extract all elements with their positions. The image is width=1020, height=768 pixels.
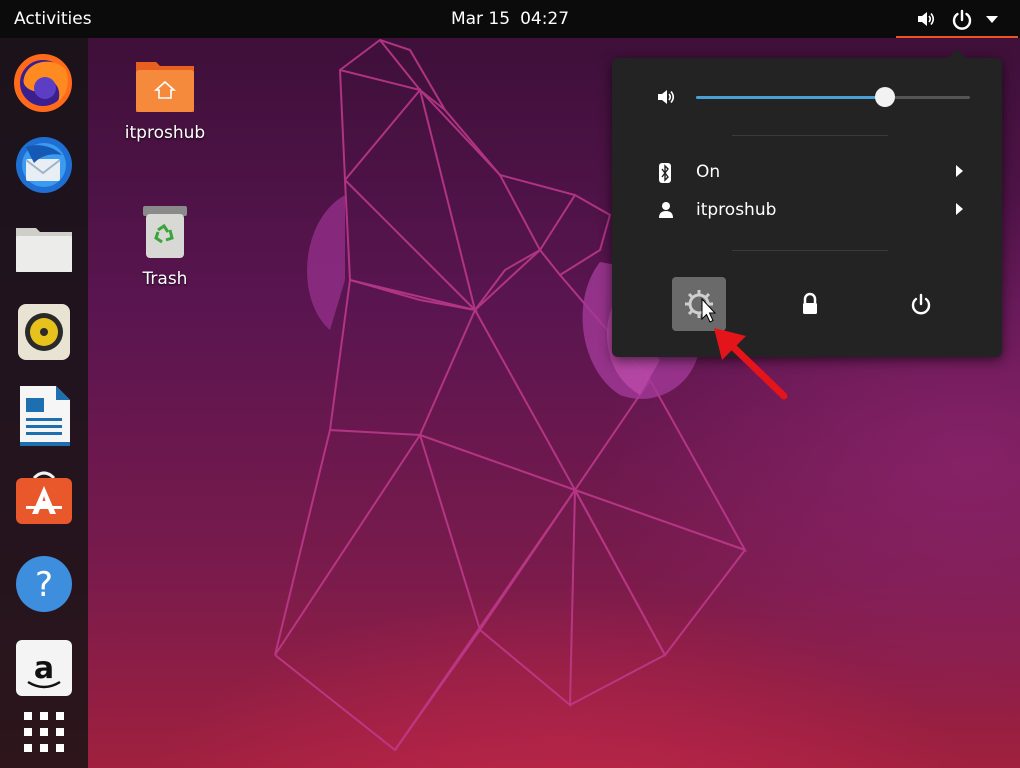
firefox-icon[interactable]: [12, 50, 76, 114]
desktop-icon-label: Trash: [142, 269, 188, 289]
ubuntu-software-icon[interactable]: [12, 468, 76, 532]
desktop-icon-home[interactable]: itproshub: [110, 58, 220, 143]
dock: ? a: [0, 38, 88, 768]
volume-slider-fill: [696, 96, 886, 99]
volume-row: [612, 78, 1002, 114]
power-icon: [911, 293, 931, 315]
dropdown-arrow-icon: [986, 16, 998, 23]
clock-time: 04:27: [520, 9, 570, 29]
power-off-button[interactable]: [894, 277, 948, 331]
bluetooth-icon: [659, 163, 671, 183]
system-tray[interactable]: [896, 0, 1018, 38]
system-menu: On itproshub: [612, 49, 1002, 357]
show-applications-icon[interactable]: [12, 700, 76, 764]
power-icon: [952, 9, 972, 30]
home-folder-icon: [136, 62, 194, 112]
user-icon: [659, 202, 673, 218]
trash-icon: [143, 206, 187, 258]
menu-pointer: [947, 49, 967, 59]
separator: [732, 135, 888, 136]
desktop-icon-trash[interactable]: Trash: [110, 204, 220, 289]
annotation-arrow-icon: [714, 328, 788, 400]
clock[interactable]: Mar 15 04:27: [0, 9, 1020, 29]
chevron-right-icon: [956, 165, 963, 177]
rhythmbox-icon[interactable]: [12, 300, 76, 364]
svg-text:?: ?: [35, 565, 53, 605]
separator: [732, 250, 888, 251]
top-bar: Activities Mar 15 04:27: [0, 0, 1020, 38]
bluetooth-label: On: [696, 162, 721, 182]
chevron-right-icon: [956, 203, 963, 215]
libreoffice-writer-icon[interactable]: [12, 384, 76, 448]
amazon-icon[interactable]: a: [12, 636, 76, 700]
svg-text:a: a: [34, 651, 54, 686]
help-icon[interactable]: ?: [12, 552, 76, 616]
volume-slider[interactable]: [696, 87, 970, 107]
volume-slider-handle[interactable]: [875, 87, 896, 107]
volume-icon: [918, 12, 935, 26]
thunderbird-icon[interactable]: [12, 133, 76, 197]
user-row[interactable]: itproshub: [612, 193, 1002, 229]
files-icon[interactable]: [12, 216, 76, 280]
bluetooth-row[interactable]: On: [612, 155, 1002, 191]
desktop-icon-label: itproshub: [124, 123, 206, 143]
volume-icon: [658, 90, 675, 104]
clock-date: Mar 15: [450, 9, 511, 29]
user-label: itproshub: [696, 200, 777, 220]
